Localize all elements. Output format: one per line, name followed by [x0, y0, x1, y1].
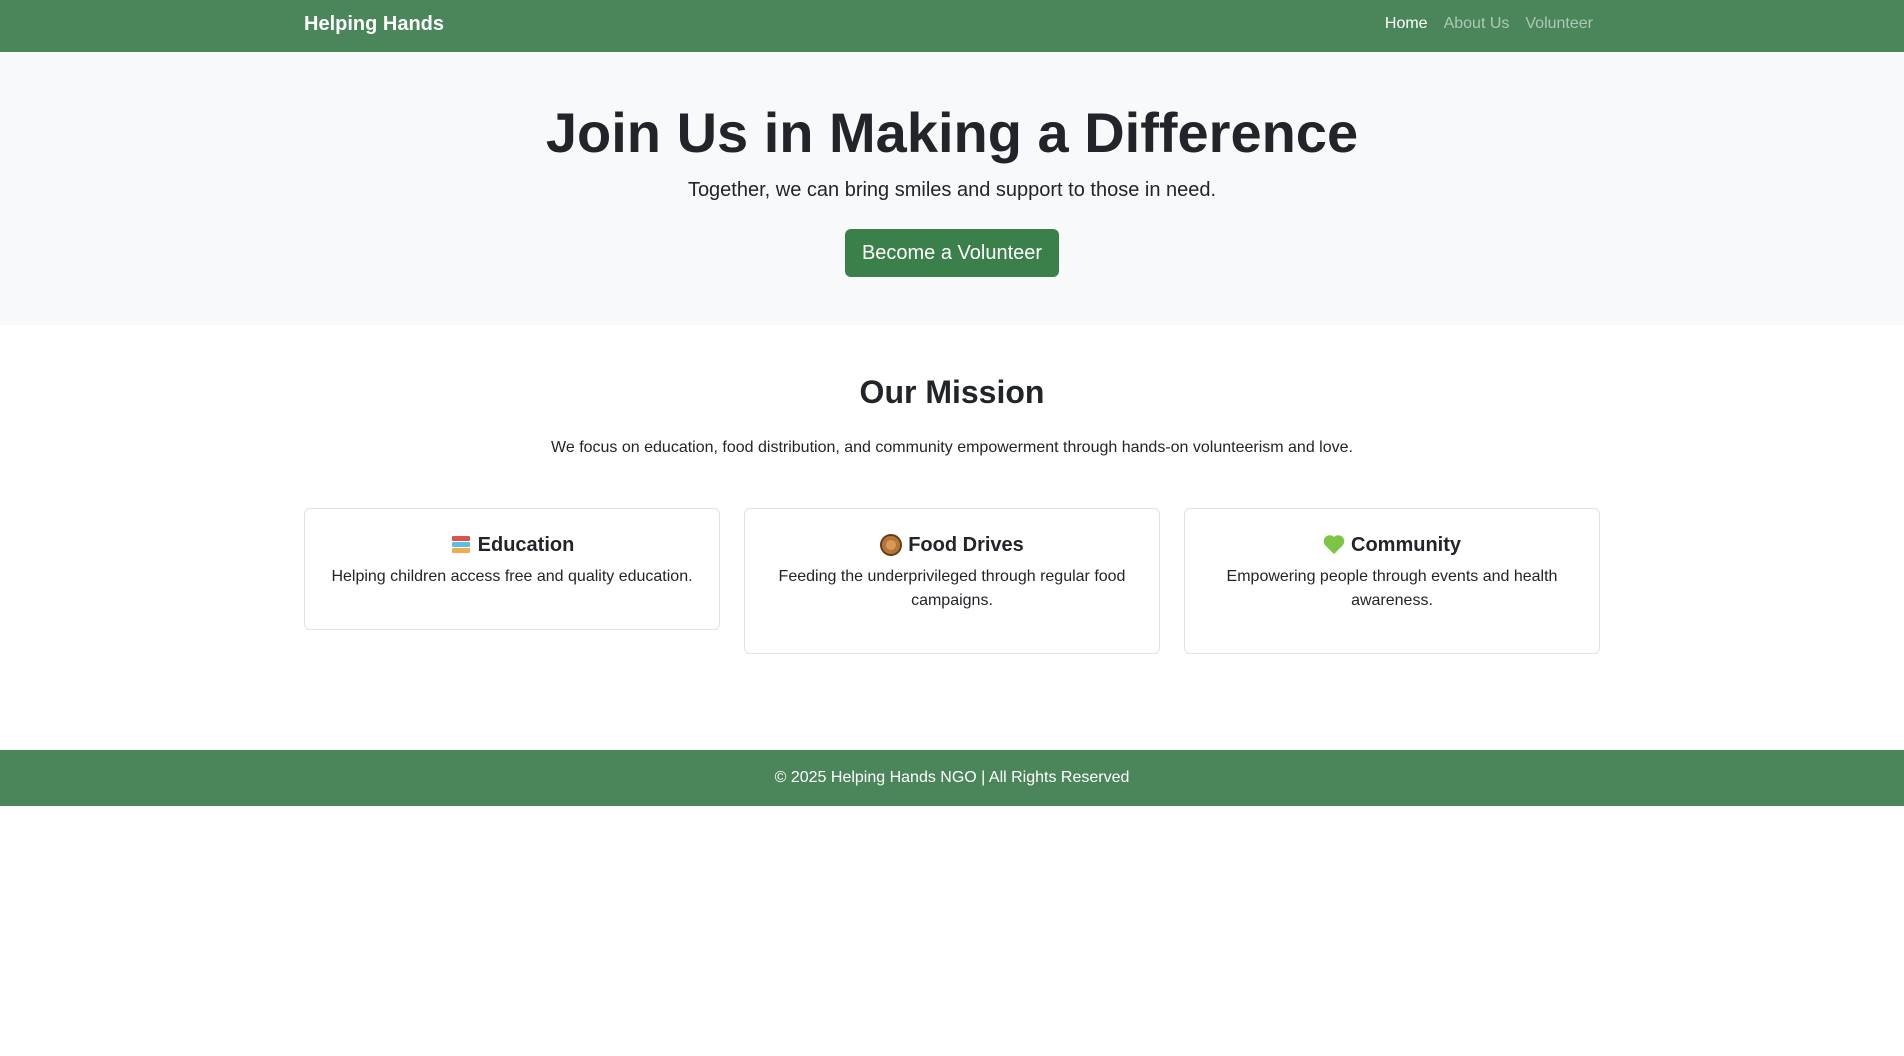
- nav-link-volunteer[interactable]: Volunteer: [1525, 14, 1593, 34]
- card-food-drives: Food Drives Feeding the underprivileged …: [744, 508, 1160, 654]
- hero-section: Join Us in Making a Difference Together,…: [0, 52, 1904, 325]
- card-title: Food Drives: [908, 534, 1024, 556]
- card-title: Education: [477, 534, 575, 556]
- nav-link-about-us[interactable]: About Us: [1444, 14, 1510, 34]
- footer: © 2025 Helping Hands NGO | All Rights Re…: [0, 750, 1904, 806]
- food-bowl-icon: [880, 534, 903, 556]
- card-text: Empowering people through events and hea…: [1226, 568, 1558, 609]
- card-education: Education Helping children access free a…: [304, 508, 720, 630]
- hero-title: Join Us in Making a Difference: [545, 101, 1359, 164]
- nav-links: Home About Us Volunteer: [1385, 14, 1593, 34]
- nav-link-home[interactable]: Home: [1385, 14, 1428, 34]
- books-icon: [450, 534, 472, 556]
- card-text: Feeding the underprivileged through regu…: [778, 568, 1126, 609]
- card-title: Community: [1351, 534, 1461, 556]
- card-text: Helping children access free and quality…: [331, 568, 693, 585]
- navbar: Helping Hands Home About Us Volunteer: [0, 0, 1904, 52]
- brand-logo[interactable]: Helping Hands: [304, 12, 444, 36]
- hero-subtitle: Together, we can bring smiles and suppor…: [687, 179, 1217, 201]
- mission-title: Our Mission: [859, 374, 1045, 410]
- green-heart-icon: [1323, 534, 1345, 556]
- become-volunteer-button[interactable]: Become a Volunteer: [845, 229, 1059, 277]
- card-community: Community Empowering people through even…: [1184, 508, 1600, 654]
- mission-text: We focus on education, food distribution…: [551, 439, 1353, 456]
